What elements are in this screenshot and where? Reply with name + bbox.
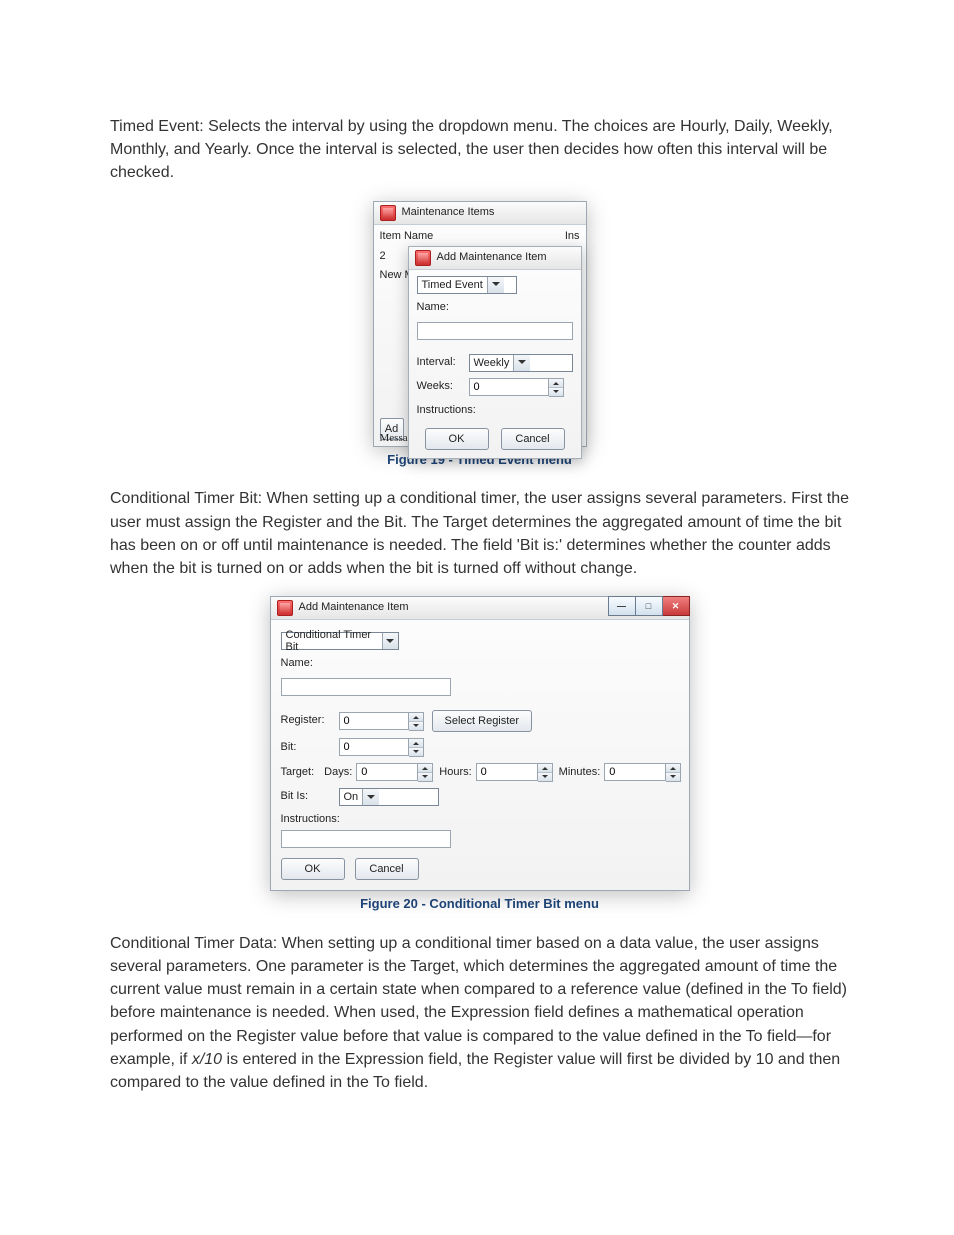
minutes-input[interactable] [604, 763, 666, 781]
ok-button[interactable]: OK [281, 858, 345, 880]
app-icon [415, 250, 431, 266]
bit-input[interactable] [339, 738, 409, 756]
name-input[interactable] [417, 322, 573, 340]
spinner-buttons[interactable] [666, 763, 681, 782]
spinner-down-icon[interactable] [666, 772, 680, 781]
minutes-label: Minutes: [559, 765, 601, 781]
instructions-label: Instructions: [281, 812, 679, 828]
figure-19: Maintenance Items Item Name Ins 2 New M … [110, 201, 849, 470]
document-page: Timed Event: Selects the interval by usi… [0, 0, 954, 1235]
interval-value: Weekly [474, 357, 510, 369]
instructions-input[interactable] [281, 830, 451, 848]
bit-label: Bit: [281, 740, 339, 756]
para-conditional-timer-data: Conditional Timer Data: When setting up … [110, 932, 849, 1094]
maintenance-items-titlebar: Maintenance Items [374, 202, 586, 225]
spinner-up-icon[interactable] [409, 713, 423, 721]
dropdown-arrow-icon [513, 355, 530, 371]
maximize-icon: □ [636, 597, 662, 615]
hours-input[interactable] [476, 763, 538, 781]
col-item-name: Item Name [380, 229, 434, 245]
mode-select[interactable]: Conditional Timer Bit [281, 632, 399, 650]
cancel-button[interactable]: Cancel [355, 858, 419, 880]
app-icon [277, 600, 293, 616]
spinner-buttons[interactable] [549, 378, 564, 397]
spinner-up-icon[interactable] [538, 764, 552, 772]
hours-label: Hours: [439, 765, 471, 781]
window-buttons: — □ ✕ [608, 596, 690, 616]
minimize-button[interactable]: — [608, 596, 636, 616]
add-item-titlebar: Add Maintenance Item [409, 247, 581, 270]
spinner-buttons[interactable] [409, 738, 424, 757]
para-timed-event: Timed Event: Selects the interval by usi… [110, 115, 849, 185]
days-input[interactable] [356, 763, 418, 781]
maintenance-items-title: Maintenance Items [402, 205, 495, 221]
spinner-up-icon[interactable] [418, 764, 432, 772]
name-input[interactable] [281, 678, 451, 696]
maximize-button[interactable]: □ [636, 596, 663, 616]
hours-spinner[interactable] [476, 763, 553, 782]
grid-header-row: Item Name Ins [374, 225, 586, 247]
dropdown-arrow-icon [362, 789, 379, 805]
spinner-down-icon[interactable] [409, 721, 423, 730]
instructions-label: Instructions: [417, 403, 476, 419]
name-label: Name: [417, 300, 469, 316]
weeks-input[interactable] [469, 378, 549, 396]
close-button[interactable]: ✕ [663, 596, 690, 616]
spinner-down-icon[interactable] [549, 387, 563, 396]
mode-select-value: Conditional Timer Bit [286, 629, 378, 653]
target-label: Target: [281, 765, 315, 781]
spinner-buttons[interactable] [538, 763, 553, 782]
mode-select[interactable]: Timed Event [417, 276, 517, 294]
spinner-buttons[interactable] [418, 763, 433, 782]
col-ins: Ins [565, 229, 580, 245]
bitis-label: Bit Is: [281, 789, 339, 805]
add-item-title: Add Maintenance Item [299, 600, 409, 616]
bitis-value: On [344, 791, 359, 803]
select-register-button[interactable]: Select Register [432, 710, 533, 732]
para3-part-a: Conditional Timer Data: When setting up … [110, 935, 847, 1068]
minutes-spinner[interactable] [604, 763, 681, 782]
interval-label: Interval: [417, 355, 469, 371]
register-input[interactable] [339, 712, 409, 730]
maintenance-items-window: Maintenance Items Item Name Ins 2 New M … [373, 201, 587, 447]
minimize-icon: — [609, 597, 635, 615]
spinner-up-icon[interactable] [409, 739, 423, 747]
add-maintenance-item-window: Add Maintenance Item — □ ✕ Conditional T… [270, 596, 690, 891]
app-icon [380, 205, 396, 221]
days-spinner[interactable] [356, 763, 433, 782]
spinner-up-icon[interactable] [549, 379, 563, 387]
register-spinner[interactable] [339, 712, 424, 731]
dropdown-arrow-icon [382, 633, 398, 649]
bitis-select[interactable]: On [339, 788, 439, 806]
days-label: Days: [324, 765, 352, 781]
messages-label-partial: Messa [380, 432, 408, 444]
dropdown-arrow-icon [487, 277, 504, 293]
weeks-label: Weeks: [417, 379, 469, 395]
figure-20: Add Maintenance Item — □ ✕ Conditional T… [110, 596, 849, 914]
para-conditional-timer-bit: Conditional Timer Bit: When setting up a… [110, 487, 849, 580]
mode-select-value: Timed Event [422, 279, 483, 291]
spinner-down-icon[interactable] [409, 747, 423, 756]
interval-select[interactable]: Weekly [469, 354, 573, 372]
spinner-buttons[interactable] [409, 712, 424, 731]
spinner-down-icon[interactable] [538, 772, 552, 781]
para3-expression: x/10 [192, 1051, 222, 1068]
add-item-title: Add Maintenance Item [437, 250, 547, 266]
name-label: Name: [281, 656, 339, 672]
spinner-up-icon[interactable] [666, 764, 680, 772]
figure-20-caption: Figure 20 - Conditional Timer Bit menu [110, 895, 849, 914]
close-icon: ✕ [663, 597, 689, 615]
weeks-spinner[interactable] [469, 378, 564, 397]
bit-spinner[interactable] [339, 738, 424, 757]
spinner-down-icon[interactable] [418, 772, 432, 781]
register-label: Register: [281, 713, 339, 729]
